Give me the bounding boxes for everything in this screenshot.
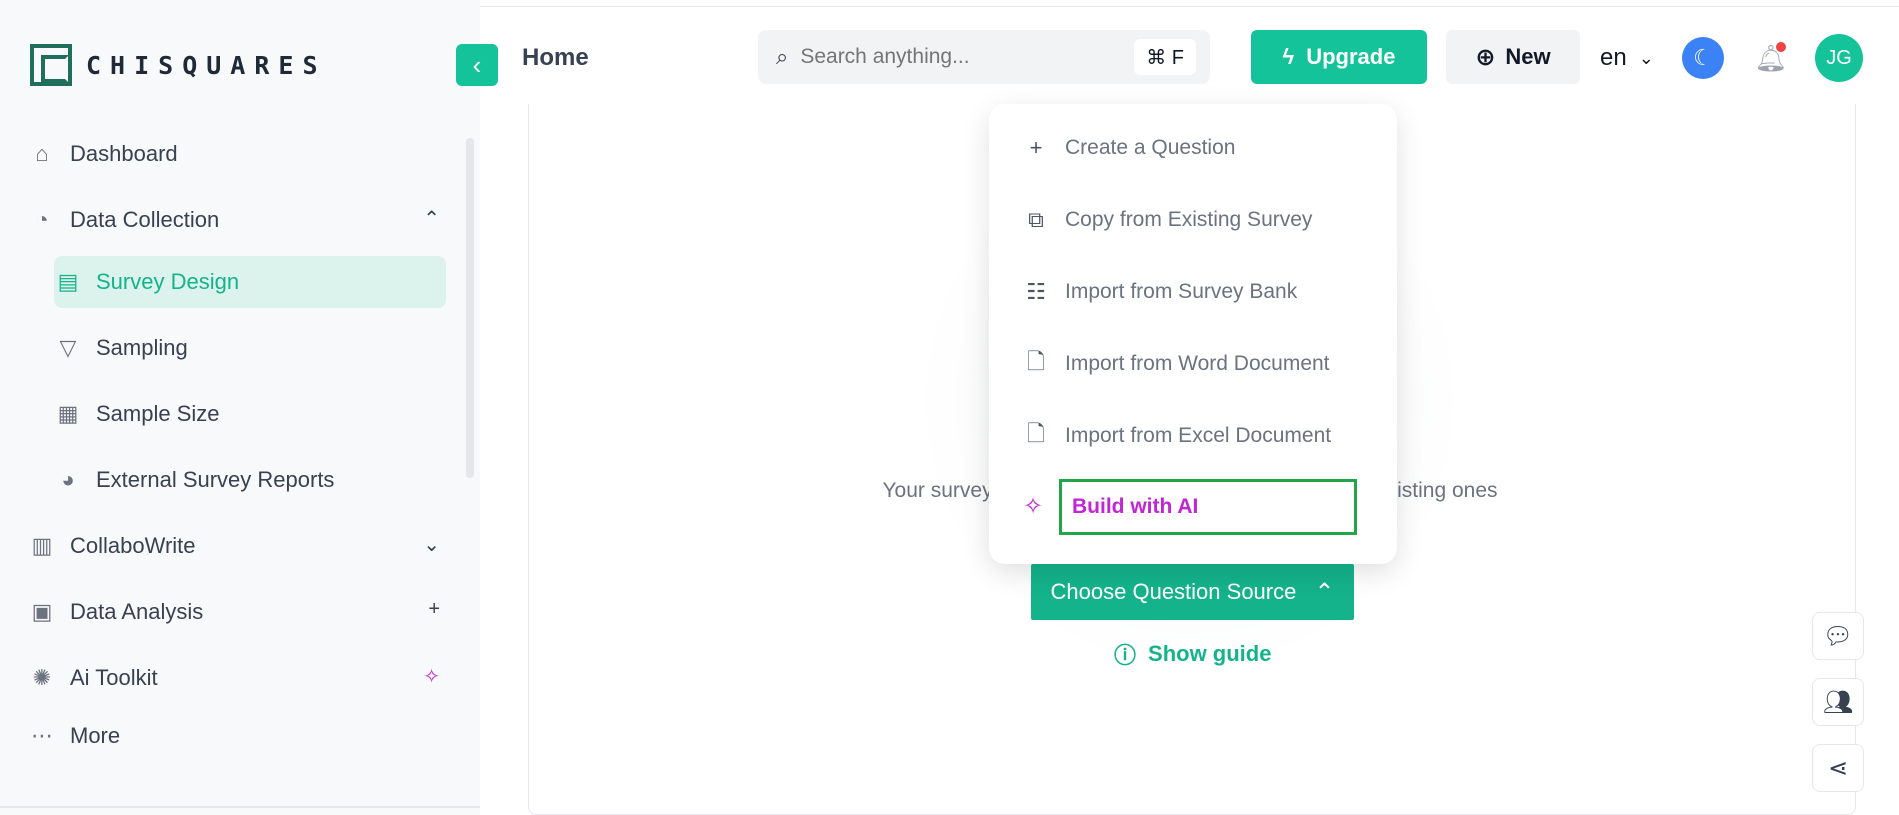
chevron-left-icon: ‹	[472, 49, 482, 80]
sidebar-item-label: Sampling	[96, 335, 188, 360]
new-label: New	[1505, 44, 1551, 69]
plus-icon[interactable]: +	[428, 598, 440, 621]
menu-item-excel-import[interactable]: 🗋︎ Import from Excel Document	[1023, 416, 1331, 456]
sidebar-item-more[interactable]: ⋯ More	[28, 710, 448, 762]
bug-icon: ✺	[32, 665, 52, 690]
menu-item-label: Build with AI	[1072, 495, 1199, 518]
brand-logo[interactable]: CHISQUARES	[30, 44, 327, 86]
page-title: Home	[522, 44, 589, 71]
calculator-icon: ▦	[57, 401, 79, 426]
language-select[interactable]: en ⌄	[1600, 44, 1654, 72]
magic-wand-icon: ✧	[423, 666, 440, 688]
funnel-icon: ▽	[59, 335, 77, 360]
brand-name: CHISQUARES	[86, 50, 327, 80]
word-doc-icon: 🗋︎	[1027, 349, 1045, 374]
choose-label: Choose Question Source	[1050, 579, 1297, 604]
copy-icon: ⧉	[1028, 207, 1044, 232]
chat-icon: 💬︎	[1822, 622, 1854, 650]
menu-item-label: Create a Question	[1065, 136, 1236, 159]
menu-item-label: Import from Excel Document	[1065, 424, 1332, 447]
plus-icon: +	[1029, 135, 1043, 160]
magic-wand-icon: ✧	[1023, 493, 1044, 520]
logo-mark-icon	[30, 44, 72, 86]
choose-question-source-button[interactable]: Choose Question Source ⌃	[1031, 564, 1354, 620]
bank-icon: ☷	[1026, 279, 1046, 304]
chart-icon: ▥	[31, 533, 53, 558]
share-button[interactable]: ⋖	[1812, 744, 1864, 792]
home-icon: ⌂	[35, 141, 49, 166]
sidebar-item-sampling[interactable]: ▽ Sampling	[54, 322, 446, 374]
avatar[interactable]: JG	[1815, 34, 1863, 82]
chevron-down-icon: ⌄	[1638, 47, 1654, 68]
menu-item-build-with-ai[interactable]: Build with AI	[1059, 479, 1357, 535]
sidebar-item-external-survey-reports[interactable]: ◕ External Survey Reports	[54, 454, 446, 506]
info-icon: ⓘ	[1114, 643, 1137, 668]
sidebar-item-data-collection[interactable]: ◔ Data Collection ⌃	[28, 194, 448, 246]
sidebar-item-label: Sample Size	[96, 401, 220, 426]
users-icon: 👥︎	[1822, 688, 1854, 716]
menu-item-create-question[interactable]: + Create a Question	[1023, 128, 1236, 168]
search-bar[interactable]: ⌕ ⌘ F	[758, 30, 1210, 84]
more-icon: ⋯	[31, 723, 53, 748]
excel-doc-icon: 🗋︎	[1027, 421, 1045, 446]
chevron-up-icon[interactable]: ⌃	[423, 206, 440, 231]
sidebar-bottom-scrollbar[interactable]	[0, 806, 480, 808]
data-collection-icon: ◔	[35, 207, 49, 232]
sidebar-item-label: Survey Design	[96, 269, 240, 294]
sidebar: CHISQUARES ⌂ Dashboard ◔ Data Collection…	[0, 0, 480, 815]
search-input[interactable]	[800, 45, 1101, 69]
sidebar-collapse-button[interactable]: ‹	[456, 44, 498, 86]
menu-item-survey-bank[interactable]: ☷ Import from Survey Bank	[1023, 272, 1297, 312]
sidebar-item-dashboard[interactable]: ⌂ Dashboard	[28, 128, 448, 180]
sidebar-item-label: External Survey Reports	[96, 467, 335, 492]
sidebar-item-label: Dashboard	[70, 141, 178, 166]
language-value: en	[1600, 44, 1627, 71]
menu-item-label: Copy from Existing Survey	[1065, 208, 1313, 231]
report-icon: ◕	[61, 467, 75, 492]
sidebar-item-survey-design[interactable]: ▤ Survey Design	[54, 256, 446, 308]
chevron-down-icon[interactable]: ⌄	[423, 532, 440, 557]
menu-item-word-import[interactable]: 🗋︎ Import from Word Document	[1023, 344, 1330, 384]
menu-item-label: Import from Word Document	[1065, 352, 1330, 375]
search-icon: ⌕	[776, 44, 789, 69]
analysis-icon: ▣	[31, 599, 53, 624]
plus-circle-icon: ⊕	[1475, 43, 1496, 71]
show-guide-link[interactable]: ⓘ Show guide	[1114, 638, 1271, 670]
share-icon: ⋖	[1827, 754, 1849, 782]
sidebar-item-ai-toolkit[interactable]: ✺ Ai Toolkit ✧	[28, 652, 448, 704]
new-button[interactable]: ⊕ New	[1446, 30, 1580, 84]
upgrade-label: Upgrade	[1306, 44, 1396, 69]
guide-label: Show guide	[1148, 641, 1272, 666]
sidebar-item-label: CollaboWrite	[70, 533, 196, 558]
sidebar-item-label: Data Collection	[70, 207, 220, 232]
moon-icon: ☾	[1693, 45, 1713, 70]
sidebar-item-data-analysis[interactable]: ▣ Data Analysis +	[28, 586, 448, 638]
lightning-icon: ϟ	[1282, 44, 1295, 69]
theme-toggle-button[interactable]: ☾	[1682, 37, 1724, 79]
collaborators-button[interactable]: 👥︎	[1812, 678, 1864, 726]
sidebar-item-sample-size[interactable]: ▦ Sample Size	[54, 388, 446, 440]
menu-item-label: Import from Survey Bank	[1065, 280, 1298, 303]
sidebar-item-collabowrite[interactable]: ▥ CollaboWrite ⌄	[28, 520, 448, 572]
question-source-menu: + Create a Question ⧉ Copy from Existing…	[989, 104, 1397, 564]
app-root: CHISQUARES ⌂ Dashboard ◔ Data Collection…	[0, 0, 1899, 815]
search-shortcut: ⌘ F	[1134, 39, 1196, 75]
sidebar-scrollbar[interactable]	[466, 138, 474, 478]
upgrade-button[interactable]: ϟ Upgrade	[1251, 30, 1427, 84]
chat-button[interactable]: 💬︎	[1812, 612, 1864, 660]
sidebar-item-label: More	[70, 723, 121, 748]
chevron-up-icon: ⌃	[1314, 578, 1335, 606]
sidebar-item-label: Ai Toolkit	[70, 665, 158, 690]
clipboard-icon: ▤	[57, 269, 79, 294]
notification-dot	[1776, 42, 1786, 52]
menu-item-copy-existing[interactable]: ⧉ Copy from Existing Survey	[1023, 200, 1312, 240]
sidebar-item-label: Data Analysis	[70, 599, 204, 624]
